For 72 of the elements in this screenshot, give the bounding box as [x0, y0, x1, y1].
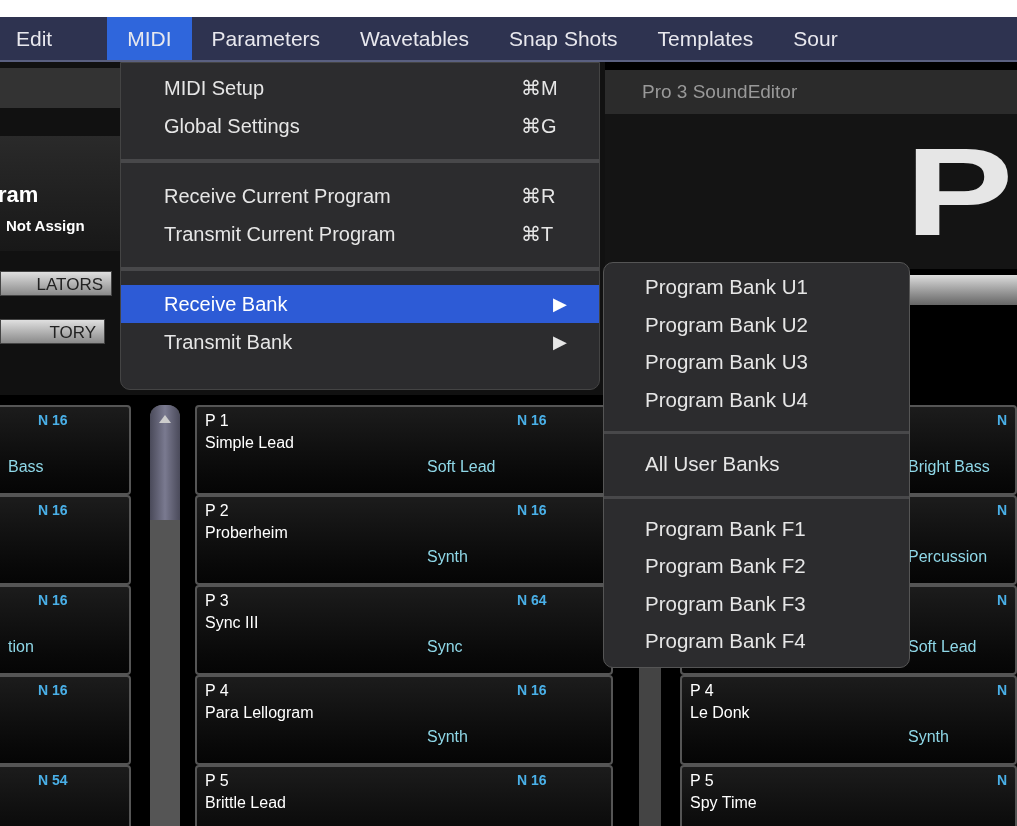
menu-bar-item[interactable]: Snap Shots — [489, 17, 638, 60]
logo-letter: P — [905, 129, 1014, 254]
program-card[interactable]: P 5 N Spy Time — [680, 765, 1017, 826]
menu-bar-item[interactable]: Wavetables — [340, 17, 489, 60]
program-category: Synth — [427, 727, 468, 747]
menu-bar-item[interactable]: MIDI — [107, 17, 192, 60]
scroll-thumb[interactable] — [150, 405, 180, 520]
midi-assignment: Not Assign — [5, 216, 86, 236]
menu-item[interactable]: Program Bank U1 — [604, 269, 909, 307]
program-number: P 3 — [205, 592, 229, 609]
menu-item[interactable]: Program Bank U3 — [604, 344, 909, 382]
program-category: Percussion — [908, 547, 988, 567]
menu-item[interactable]: Program Bank U2 — [604, 306, 909, 344]
program-number: P 1 — [205, 412, 229, 429]
note-count: N — [997, 411, 1008, 430]
program-name: Simple Lead — [205, 434, 294, 451]
note-count: N — [997, 681, 1008, 700]
app-title: Pro 3 SoundEditor — [642, 79, 798, 104]
program-number: P 4 — [205, 682, 229, 699]
menu-bar-item[interactable]: Sour — [773, 17, 858, 60]
menu-item[interactable]: Transmit Current Program ⌘T — [121, 215, 599, 253]
note-count: N 16 — [517, 411, 547, 430]
note-count: N — [997, 591, 1008, 610]
program-card[interactable]: N 16 Bass — [0, 405, 131, 495]
program-card[interactable]: P 5 N 16 Brittle Lead — [195, 765, 613, 826]
program-name: Sync III — [205, 614, 259, 631]
menu-item[interactable]: Receive Bank ▶ — [121, 285, 599, 323]
program-category: Sync — [427, 637, 463, 657]
program-card[interactable]: P 4 N Le Donk Synth — [680, 675, 1017, 765]
program-category: Soft Lead — [908, 637, 977, 657]
program-card[interactable]: N 16 — [0, 675, 131, 765]
tab-button[interactable]: TORY — [0, 319, 105, 344]
menu-bar-item[interactable]: Templates — [637, 17, 774, 60]
note-count: N — [997, 501, 1008, 520]
note-count: N 16 — [38, 681, 68, 700]
program-title: ram — [0, 181, 40, 209]
program-card[interactable]: N 16 — [0, 495, 131, 585]
program-card[interactable]: N 54 — [0, 765, 131, 826]
menu-item[interactable]: Receive Current Program ⌘R — [121, 177, 599, 215]
menu-item[interactable]: MIDI Setup ⌘M — [121, 69, 599, 107]
note-count: N — [997, 771, 1008, 790]
menu-item[interactable]: Transmit Bank ▶ — [121, 323, 599, 361]
tab-button[interactable]: LATORS — [0, 271, 112, 296]
menu-item[interactable]: Global Settings ⌘G — [121, 107, 599, 145]
note-count: N 16 — [517, 771, 547, 790]
note-count: N 16 — [38, 591, 68, 610]
note-count: N 16 — [517, 501, 547, 520]
note-count: N 16 — [38, 411, 68, 430]
program-card[interactable]: P 3 N 64 Sync III Sync — [195, 585, 613, 675]
program-card[interactable]: P 4 N 16 Para Lellogram Synth — [195, 675, 613, 765]
program-card[interactable]: N 16 tion — [0, 585, 131, 675]
note-count: N 16 — [38, 501, 68, 520]
program-number: P 2 — [205, 502, 229, 519]
note-count: N 54 — [38, 771, 68, 790]
program-category: Synth — [427, 547, 468, 567]
program-category: Synth — [908, 727, 949, 747]
program-category: Soft Lead — [427, 457, 496, 477]
program-name: Proberheim — [205, 524, 288, 541]
note-count: N 64 — [517, 591, 547, 610]
program-name: Brittle Lead — [205, 794, 286, 811]
program-name: Para Lellogram — [205, 704, 314, 721]
program-category: tion — [8, 637, 34, 657]
note-count: N 16 — [517, 681, 547, 700]
up-arrow-icon — [159, 415, 171, 423]
program-category: Bass — [8, 457, 44, 477]
program-number: P 4 — [690, 682, 714, 699]
menu-bar-item[interactable]: Parameters — [191, 17, 341, 60]
program-number: P 5 — [205, 772, 229, 789]
menu-bar-item[interactable]: Edit — [0, 17, 108, 60]
program-number: P 5 — [690, 772, 714, 789]
program-name: Le Donk — [690, 704, 750, 721]
program-name: Spy Time — [690, 794, 757, 811]
